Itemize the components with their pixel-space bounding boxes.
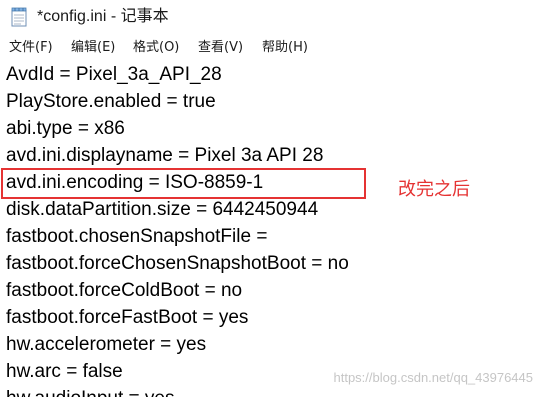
text-line[interactable]: fastboot.chosenSnapshotFile = xyxy=(6,223,273,250)
menu-view[interactable]: 查看(V) xyxy=(198,37,243,59)
highlight-box xyxy=(1,168,366,199)
annotation-label: 改完之后 xyxy=(398,179,470,200)
menu-help[interactable]: 帮助(H) xyxy=(262,37,308,59)
text-line[interactable]: fastboot.forceFastBoot = yes xyxy=(6,304,248,331)
text-line[interactable]: abi.type = x86 xyxy=(6,115,125,142)
notepad-window: *config.ini - 记事本 文件(F) 编辑(E) 格式(O) 查看(V… xyxy=(0,0,543,397)
menu-file[interactable]: 文件(F) xyxy=(9,37,53,59)
text-line[interactable]: avd.ini.displayname = Pixel 3a API 28 xyxy=(6,142,323,169)
text-line[interactable]: hw.audioInput = yes xyxy=(6,385,175,397)
text-editor-area[interactable]: AvdId = Pixel_3a_API_28 PlayStore.enable… xyxy=(0,60,543,397)
text-line[interactable]: AvdId = Pixel_3a_API_28 xyxy=(6,61,222,88)
text-line[interactable]: hw.arc = false xyxy=(6,358,123,385)
notepad-icon xyxy=(11,7,27,27)
menu-format[interactable]: 格式(O) xyxy=(133,37,179,59)
window-title: *config.ini - 记事本 xyxy=(37,8,169,25)
watermark: https://blog.csdn.net/qq_43976445 xyxy=(333,370,534,385)
text-line[interactable]: fastboot.forceColdBoot = no xyxy=(6,277,242,304)
text-line[interactable]: hw.accelerometer = yes xyxy=(6,331,206,358)
text-line[interactable]: fastboot.forceChosenSnapshotBoot = no xyxy=(6,250,349,277)
text-line[interactable]: PlayStore.enabled = true xyxy=(6,88,216,115)
text-line[interactable]: disk.dataPartition.size = 6442450944 xyxy=(6,196,318,223)
menu-edit[interactable]: 编辑(E) xyxy=(71,37,115,59)
title-bar[interactable]: *config.ini - 记事本 xyxy=(0,0,543,34)
menu-bar: 文件(F) 编辑(E) 格式(O) 查看(V) 帮助(H) xyxy=(0,37,543,59)
